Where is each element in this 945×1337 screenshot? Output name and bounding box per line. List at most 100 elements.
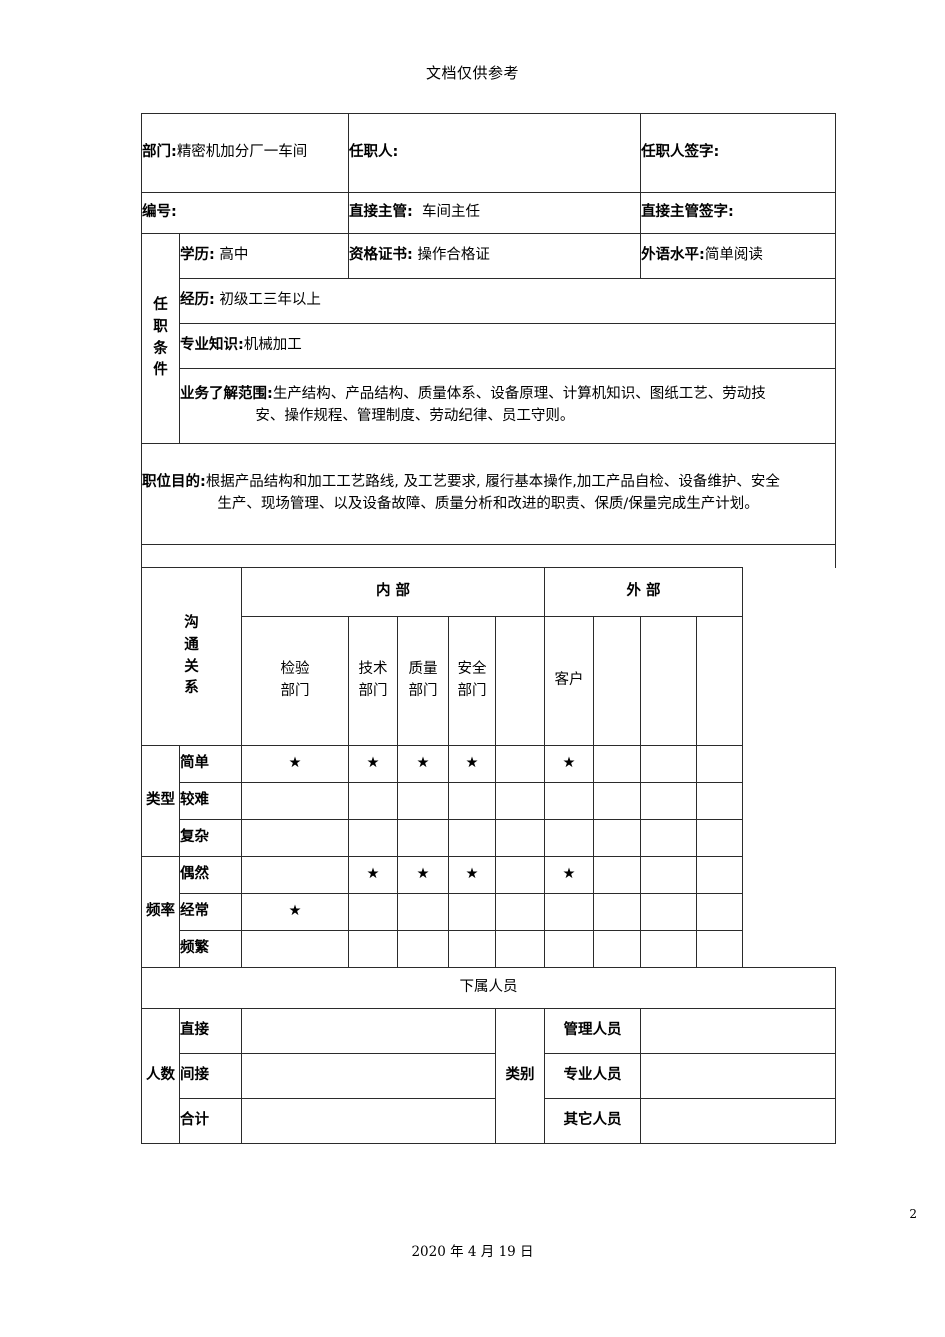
communication-title-char-1: 通: [184, 636, 199, 653]
frequency-mark-1-1[interactable]: [348, 893, 398, 931]
frequency-mark-0-3[interactable]: ★: [448, 856, 496, 894]
qualifications-section-label: 任 职 条 件: [141, 233, 180, 444]
type-mark-0-6[interactable]: [592, 745, 642, 783]
frequency-mark-1-5[interactable]: [544, 893, 594, 931]
frequency-mark-2-5[interactable]: [544, 930, 594, 968]
frequency-mark-0-7[interactable]: [640, 856, 698, 894]
type-mark-1-6[interactable]: [592, 782, 642, 820]
type-mark-0-4[interactable]: [495, 745, 545, 783]
count-row-label-0: 直接: [179, 1008, 242, 1054]
column-header-external-0-line1: 客户: [554, 672, 584, 689]
type-mark-1-0[interactable]: [241, 782, 349, 820]
frequency-mark-1-4[interactable]: [495, 893, 545, 931]
frequency-mark-0-0[interactable]: [241, 856, 349, 894]
category-row-label-0: 管理人员: [543, 1008, 642, 1054]
frequency-mark-2-4[interactable]: [495, 930, 545, 968]
type-mark-1-3[interactable]: [448, 782, 496, 820]
type-mark-1-2[interactable]: [397, 782, 449, 820]
table-row-type-0: 类型 简单 ★ ★ ★ ★ ★: [141, 745, 836, 857]
column-header-internal-4: [495, 616, 545, 746]
frequency-mark-1-8[interactable]: [696, 893, 744, 931]
type-mark-2-5[interactable]: [544, 819, 594, 857]
supervisor-label: 直接主管:: [349, 204, 413, 221]
type-mark-0-5[interactable]: ★: [544, 745, 594, 783]
type-mark-1-8[interactable]: [696, 782, 744, 820]
count-row-value-0[interactable]: [241, 1008, 496, 1054]
table-row-count-1: 间接 专业人员: [142, 1053, 837, 1099]
frequency-mark-1-7[interactable]: [640, 893, 698, 931]
frequency-mark-0-4[interactable]: [495, 856, 545, 894]
frequency-mark-0-2[interactable]: ★: [397, 856, 449, 894]
footer-date: 2020 年 4 月 19 日: [411, 1244, 534, 1260]
frequency-mark-2-8[interactable]: [696, 930, 744, 968]
frequency-mark-1-0[interactable]: ★: [241, 893, 349, 931]
frequency-row-label-0: 偶然: [179, 856, 242, 894]
category-row-value-1[interactable]: [640, 1053, 837, 1099]
type-mark-2-6[interactable]: [592, 819, 642, 857]
type-mark-2-4[interactable]: [495, 819, 545, 857]
frequency-mark-0-8[interactable]: [696, 856, 744, 894]
education-label: 学历:: [180, 247, 215, 264]
count-row-value-1[interactable]: [241, 1053, 496, 1099]
document-header-note: 文档仅供参考: [425, 64, 519, 82]
qualifications-label-char-1: 职: [153, 318, 168, 335]
count-row-value-2[interactable]: [241, 1098, 496, 1144]
type-mark-0-8[interactable]: [696, 745, 744, 783]
language-value: 简单阅读: [704, 247, 763, 264]
column-header-internal-0-line1: 检验: [280, 661, 310, 678]
frequency-mark-1-6[interactable]: [592, 893, 642, 931]
type-mark-0-2[interactable]: ★: [397, 745, 449, 783]
frequency-mark-1-2[interactable]: [397, 893, 449, 931]
experience-label: 经历:: [180, 292, 215, 309]
type-mark-0-3[interactable]: ★: [448, 745, 496, 783]
type-mark-1-4[interactable]: [495, 782, 545, 820]
spacer-cell: [140, 544, 837, 568]
count-row-label-1: 间接: [179, 1053, 242, 1099]
frequency-mark-2-6[interactable]: [592, 930, 642, 968]
type-mark-1-7[interactable]: [640, 782, 698, 820]
type-mark-1-5[interactable]: [544, 782, 594, 820]
frequency-mark-0-6[interactable]: [592, 856, 642, 894]
frequency-mark-2-1[interactable]: [348, 930, 398, 968]
type-mark-2-1[interactable]: [348, 819, 398, 857]
frequency-mark-2-7[interactable]: [640, 930, 698, 968]
column-header-internal-1: 技术 部门: [348, 616, 398, 746]
row-communication-columns: 检验 部门 技术 部门 质量 部门 安全 部门 客户: [142, 616, 836, 746]
category-row-value-2[interactable]: [640, 1098, 837, 1144]
column-header-internal-1-line2: 部门: [358, 683, 388, 699]
frequency-mark-1-3[interactable]: [448, 893, 496, 931]
frequency-mark-2-3[interactable]: [448, 930, 496, 968]
group-external-header: 外 部: [543, 567, 744, 617]
type-mark-2-7[interactable]: [640, 819, 698, 857]
type-mark-1-1[interactable]: [348, 782, 398, 820]
frequency-section-label: 频率: [141, 856, 180, 968]
certificate-value: 操作合格证: [417, 247, 490, 264]
frequency-mark-0-1[interactable]: ★: [348, 856, 398, 894]
column-header-internal-1-line1: 技术: [358, 661, 388, 678]
type-mark-2-0[interactable]: [241, 819, 349, 857]
frequency-mark-2-2[interactable]: [397, 930, 449, 968]
position-purpose-cell: 职位目的:根据产品结构和加工工艺路线, 及工艺要求, 履行基本操作,加工产品自检…: [140, 443, 837, 545]
frequency-mark-2-0[interactable]: [241, 930, 349, 968]
frequency-row-label-1: 经常: [179, 893, 242, 931]
business-scope-cell: 业务了解范围:生产结构、产品结构、质量体系、设备原理、计算机知识、图纸工艺、劳动…: [178, 368, 837, 444]
qualifications-label-char-0: 任: [153, 297, 168, 313]
document-page: 文档仅供参考 部门:精密机加分厂一车间 任职人: 任职人签字: 编号: 直接主管…: [0, 0, 945, 1337]
frequency-mark-0-5[interactable]: ★: [544, 856, 594, 894]
column-header-internal-2-line1: 质量: [408, 661, 438, 678]
type-mark-2-3[interactable]: [448, 819, 496, 857]
category-row-value-0[interactable]: [640, 1008, 837, 1054]
count-row-label-2: 合计: [179, 1098, 242, 1144]
type-mark-0-0[interactable]: ★: [241, 745, 349, 783]
type-row-label-1: 较难: [179, 782, 242, 820]
type-mark-0-1[interactable]: ★: [348, 745, 398, 783]
supervisor-signature-label: 直接主管签字:: [641, 204, 734, 221]
table-row-type-2: 复杂: [142, 819, 836, 857]
type-mark-2-2[interactable]: [397, 819, 449, 857]
education-cell: 学历: 高中: [179, 233, 349, 279]
type-mark-0-7[interactable]: [640, 745, 698, 783]
column-header-external-1: [592, 616, 642, 746]
type-row-label-2: 复杂: [179, 819, 242, 857]
category-row-label-1: 专业人员: [543, 1053, 642, 1099]
type-mark-2-8[interactable]: [696, 819, 744, 857]
